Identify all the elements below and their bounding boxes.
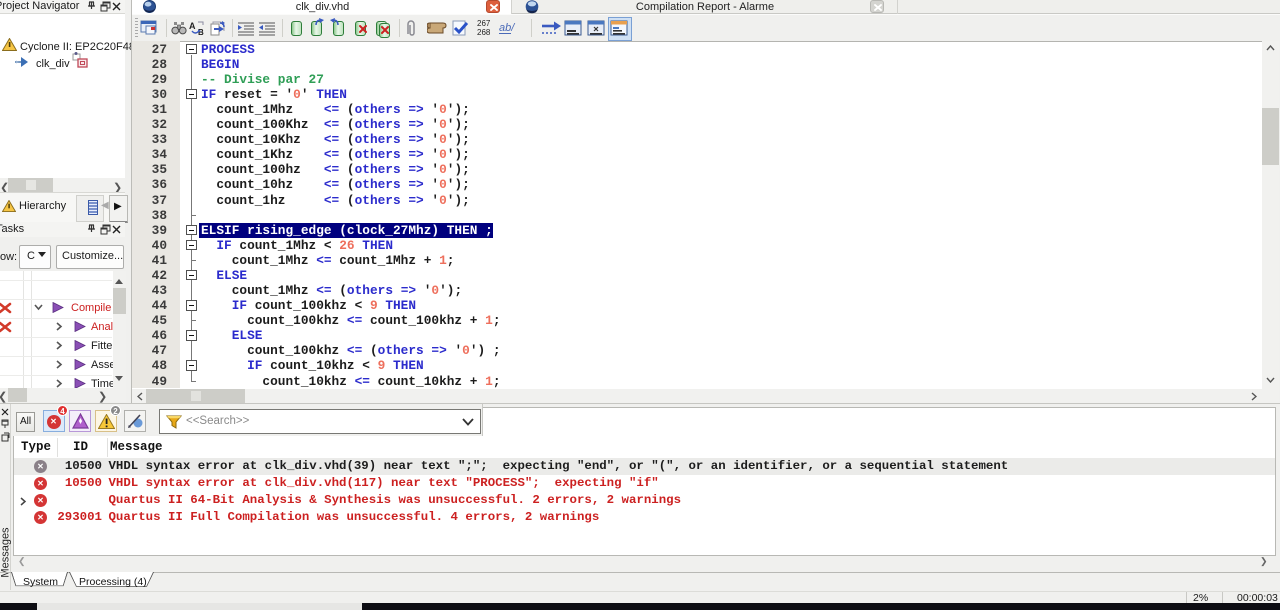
svg-text:A: A bbox=[189, 21, 196, 31]
